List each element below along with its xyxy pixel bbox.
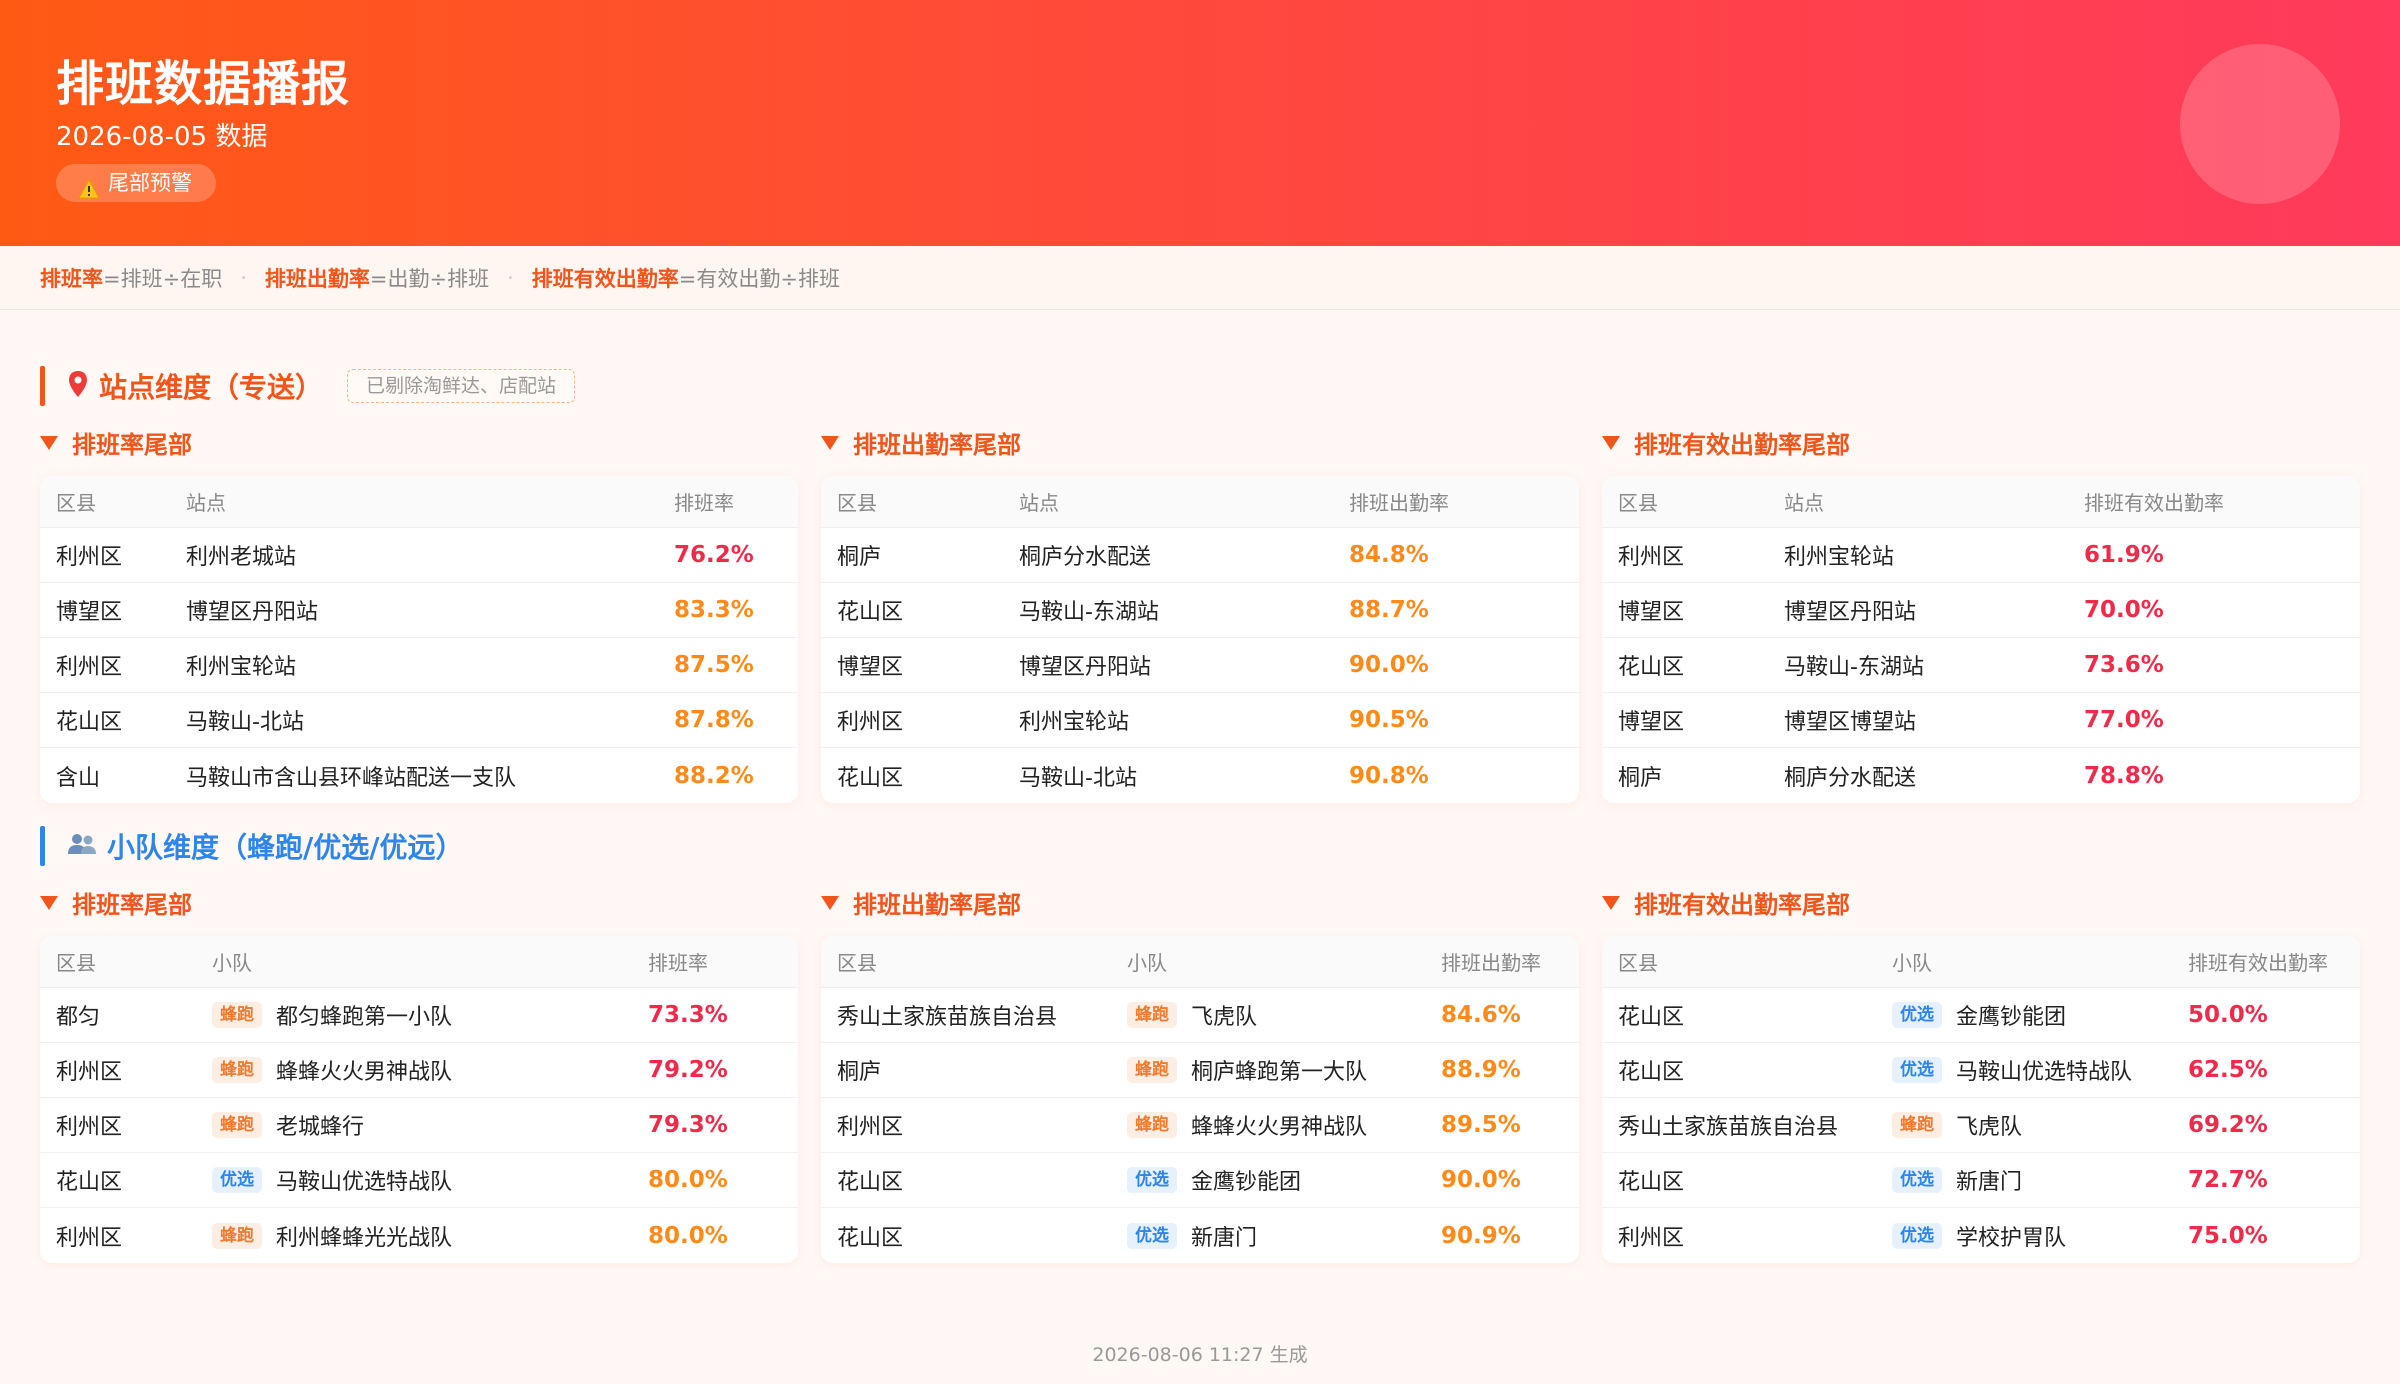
table-row: 利州区 蜂跑 老城蜂行 79.3% (40, 1098, 798, 1153)
pin-icon (67, 370, 89, 402)
table-row: 博望区 博望区丹阳站 70.0% (1602, 583, 2360, 638)
page-title: 排班数据播报 (56, 56, 351, 112)
table-row: 花山区 马鞍山-北站 90.8% (837, 762, 1429, 791)
type-tag: 优选 (1127, 1222, 1177, 1249)
table-row: 秀山土家族苗族自治县 蜂跑 飞虎队 69.2% (1602, 1098, 2360, 1153)
team-section-heading: 小队维度（蜂跑/优选/优远） (40, 826, 463, 866)
table-row: 利州区 利州宝轮站 61.9% (1602, 528, 2360, 583)
table-row: 博望区 博望区博望站 77.0% (1602, 693, 2360, 748)
table-row: 桐庐 桐庐分水配送 78.8% (1618, 762, 2164, 791)
table-row: 花山区 马鞍山-东湖站 73.6% (1602, 638, 2360, 693)
table-row: 利州区 利州宝轮站 87.5% (40, 638, 798, 693)
type-tag: 蜂跑 (212, 1112, 262, 1138)
type-tag: 优选 (1892, 1057, 1942, 1083)
group-title: 排班有效出勤率尾部 (1602, 424, 2360, 460)
type-tag: 蜂跑 (1127, 1002, 1177, 1028)
group-title: 排班率尾部 (40, 424, 798, 460)
table-row: 花山区 马鞍山-东湖站 88.7% (821, 583, 1579, 638)
table-row: 利州区 蜂跑 利州蜂蜂光光战队 80.0% (56, 1222, 728, 1251)
data-table: 区县 站点 排班率 利州区 利州老城站 76.2% 博望区 博望区丹阳站 83.3% 利… (40, 476, 798, 803)
table-row: 花山区 优选 金鹰钞能团 90.0% (821, 1153, 1579, 1208)
team-group-effective-rate: 排班有效出勤率尾部 区县 小队 排班有效出勤率 花山区 优选 金鹰钞能团 50.0% … (1602, 884, 2360, 1263)
type-tag: 优选 (1127, 1167, 1177, 1193)
table-row: 桐庐 桐庐分水配送 84.8% (821, 528, 1579, 583)
table-row: 秀山土家族苗族自治县 蜂跑 飞虎队 84.6% (821, 988, 1579, 1043)
team-group-attendance-rate: 排班出勤率尾部 区县 小队 排班出勤率 秀山土家族苗族自治县 蜂跑 飞虎队 84.6%… (821, 884, 1579, 1263)
data-table: 区县 站点 排班出勤率 桐庐 桐庐分水配送 84.8% 花山区 马鞍山-东湖站 88.7… (821, 476, 1579, 803)
table-row: 利州区 利州老城站 76.2% (40, 528, 798, 583)
table-row: 花山区 优选 马鞍山优选特战队 80.0% (40, 1153, 798, 1208)
type-tag: 优选 (1892, 1222, 1942, 1249)
table-header: 区县 站点 排班率 (40, 476, 798, 528)
table-row: 花山区 优选 马鞍山优选特战队 62.5% (1602, 1043, 2360, 1098)
type-tag: 蜂跑 (212, 1057, 262, 1083)
exclusion-tag: 已剔除淘鲜达、店配站 (347, 369, 576, 403)
table-row: 利州区 蜂跑 蜂蜂火火男神战队 89.5% (821, 1098, 1579, 1153)
table-row: 利州区 蜂跑 蜂蜂火火男神战队 79.2% (40, 1043, 798, 1098)
table-header: 区县 小队 排班率 (40, 936, 798, 988)
type-tag: 蜂跑 (212, 1222, 262, 1249)
data-table: 区县 小队 排班率 都匀 蜂跑 都匀蜂跑第一小队 73.3% 利州区 蜂跑 蜂蜂火火男神战… (40, 936, 798, 1263)
type-tag: 蜂跑 (1127, 1112, 1177, 1138)
table-header: 区县 站点 排班有效出勤率 (1602, 476, 2360, 528)
generated-timestamp: 2026-08-06 11:27 生成 (1092, 1344, 1308, 1366)
warning-icon (78, 173, 100, 199)
group-title: 排班有效出勤率尾部 (1602, 884, 2360, 920)
data-table: 区县 小队 排班有效出勤率 花山区 优选 金鹰钞能团 50.0% 花山区 优选 马鞍山优选… (1602, 936, 2360, 1263)
triangle-down-icon (1602, 896, 1620, 910)
table-row: 花山区 优选 新唐门 72.7% (1602, 1153, 2360, 1208)
formula-item: 排班出勤率 =出勤÷排班 (264, 266, 490, 291)
data-table: 区县 站点 排班有效出勤率 利州区 利州宝轮站 61.9% 博望区 博望区丹阳站 70.… (1602, 476, 2360, 803)
type-tag: 优选 (1892, 1167, 1942, 1193)
formula-item: 排班有效出勤率 =有效出勤÷排班 (531, 266, 840, 291)
section-accent-bar (40, 826, 45, 866)
formula-item: 排班率 =排班÷在职 (40, 266, 223, 291)
type-tag: 蜂跑 (1892, 1112, 1942, 1138)
formula-separator: · (507, 265, 514, 290)
team-section-title: 小队维度（蜂跑/优选/优远） (107, 831, 464, 864)
formula-separator: · (240, 265, 247, 290)
table-row: 博望区 博望区丹阳站 90.0% (821, 638, 1579, 693)
type-tag: 蜂跑 (1127, 1057, 1177, 1083)
station-group-schedule-rate: 排班率尾部 区县 站点 排班率 利州区 利州老城站 76.2% 博望区 博望区丹阳站 8… (40, 424, 798, 803)
data-table: 区县 小队 排班出勤率 秀山土家族苗族自治县 蜂跑 飞虎队 84.6% 桐庐 蜂跑 桐庐蜂… (821, 936, 1579, 1263)
team-group-schedule-rate: 排班率尾部 区县 小队 排班率 都匀 蜂跑 都匀蜂跑第一小队 73.3% 利州区 蜂跑蜂… (40, 884, 798, 1263)
table-row: 桐庐 蜂跑 桐庐蜂跑第一大队 88.9% (821, 1043, 1579, 1098)
table-row: 博望区 博望区丹阳站 83.3% (40, 583, 798, 638)
table-row: 花山区 优选 新唐门 90.9% (837, 1222, 1521, 1251)
header-banner: 排班数据播报 2026-08-05 数据 尾部预警 (0, 0, 2400, 246)
triangle-down-icon (821, 896, 839, 910)
table-row: 花山区 优选 金鹰钞能团 50.0% (1602, 988, 2360, 1043)
type-tag: 优选 (212, 1167, 262, 1193)
table-header: 区县 小队 排班有效出勤率 (1602, 936, 2360, 988)
table-header: 区县 站点 排班出勤率 (821, 476, 1579, 528)
group-title: 排班率尾部 (40, 884, 798, 920)
station-group-effective-rate: 排班有效出勤率尾部 区县 站点 排班有效出勤率 利州区 利州宝轮站 61.9% 博望… (1602, 424, 2360, 803)
table-row: 利州区 优选 学校护胃队 75.0% (1618, 1222, 2268, 1251)
section-accent-bar (40, 366, 45, 406)
triangle-down-icon (40, 896, 58, 910)
type-tag: 蜂跑 (212, 1002, 262, 1028)
formula-bar: 排班率 =排班÷在职 · 排班出勤率 =出勤÷排班 · 排班有效出勤率 =有效出勤÷排… (0, 246, 2400, 310)
station-group-attendance-rate: 排班出勤率尾部 区县 站点 排班出勤率 桐庐 桐庐分水配送 84.8% 花山区 马鞍山… (821, 424, 1579, 803)
table-row: 含山 马鞍山市含山县环峰站配送一支队 88.2% (56, 762, 754, 791)
decorative-circle (2180, 44, 2340, 204)
table-row: 利州区 利州宝轮站 90.5% (821, 693, 1579, 748)
table-row: 都匀 蜂跑 都匀蜂跑第一小队 73.3% (40, 988, 798, 1043)
people-icon (67, 832, 97, 860)
group-title: 排班出勤率尾部 (821, 884, 1579, 920)
triangle-down-icon (1602, 436, 1620, 450)
station-section-heading: 站点维度（专送） 已剔除淘鲜达、店配站 (40, 366, 576, 406)
group-title: 排班出勤率尾部 (821, 424, 1579, 460)
warning-badge-label: 尾部预警 (108, 171, 192, 195)
type-tag: 优选 (1892, 1002, 1942, 1028)
table-row: 花山区 马鞍山-北站 87.8% (40, 693, 798, 748)
triangle-down-icon (40, 436, 58, 450)
table-header: 区县 小队 排班出勤率 (821, 936, 1579, 988)
report-date: 2026-08-05 数据 (56, 122, 268, 152)
triangle-down-icon (821, 436, 839, 450)
warning-badge: 尾部预警 (56, 164, 216, 202)
station-section-title: 站点维度（专送） (99, 371, 324, 404)
